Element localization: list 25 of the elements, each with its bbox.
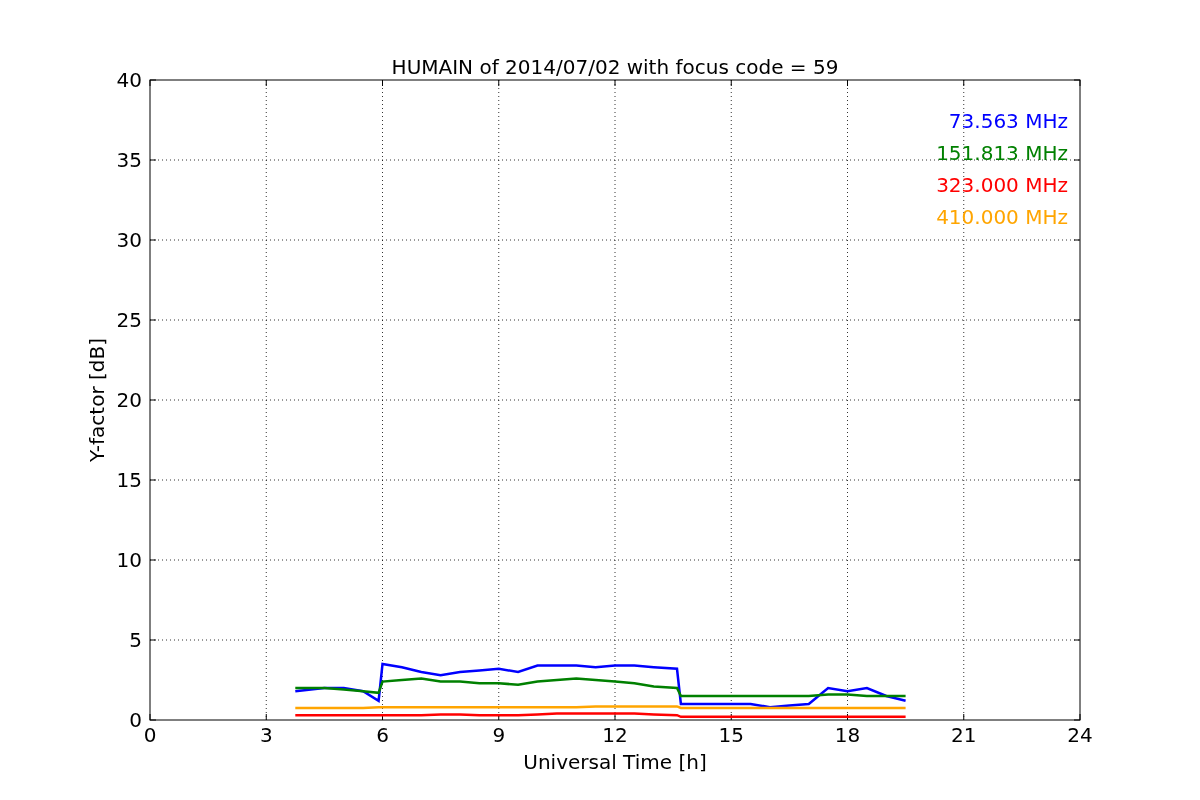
y-tick-label: 25 — [116, 308, 142, 332]
y-tick-label: 0 — [129, 708, 142, 732]
y-axis-title: Y-factor [dB] — [85, 338, 109, 462]
x-tick-label: 24 — [1067, 723, 1093, 747]
legend-label: 73.563 MHz — [948, 109, 1068, 133]
chart-title: HUMAIN of 2014/07/02 with focus code = 59 — [391, 55, 839, 79]
y-tick-label: 15 — [116, 468, 142, 492]
x-tick-label: 18 — [834, 723, 861, 747]
y-tick-label: 40 — [116, 68, 142, 92]
x-tick-label: 6 — [376, 723, 389, 747]
legend-label: 151.813 MHz — [936, 141, 1068, 165]
y-tick-label: 30 — [116, 228, 142, 252]
x-tick-label: 15 — [718, 723, 744, 747]
x-tick-label: 3 — [259, 723, 273, 747]
x-tick-label: 21 — [951, 723, 977, 747]
x-tick-label: 12 — [602, 723, 628, 747]
y-tick-label: 35 — [116, 148, 142, 172]
x-tick-label: 9 — [492, 723, 506, 747]
y-tick-label: 20 — [116, 388, 142, 412]
y-tick-label: 10 — [116, 548, 142, 572]
legend-label: 323.000 MHz — [936, 173, 1068, 197]
x-axis-title: Universal Time [h] — [523, 750, 707, 774]
y-tick-label: 5 — [129, 628, 142, 652]
legend-label: 410.000 MHz — [936, 205, 1068, 229]
x-tick-label: 0 — [143, 723, 157, 747]
